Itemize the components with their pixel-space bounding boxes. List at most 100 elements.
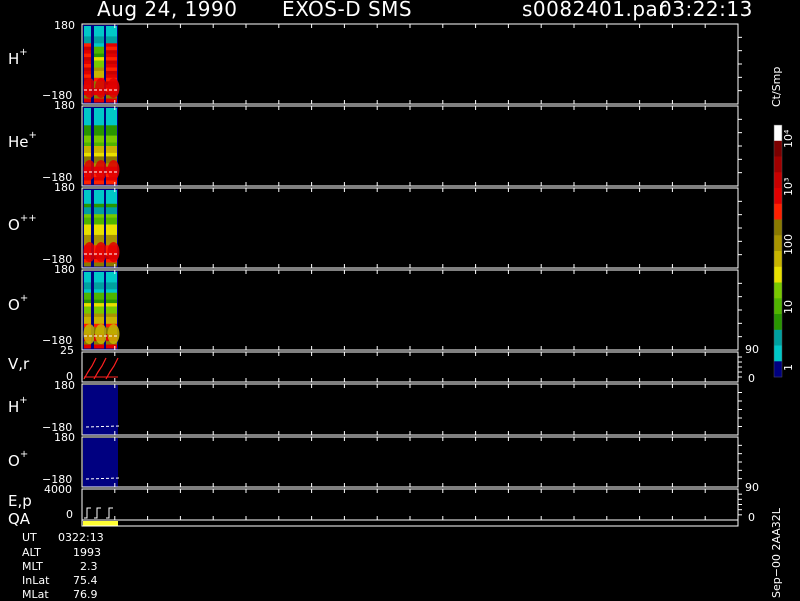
intensity-cell xyxy=(106,128,117,133)
intensity-cell xyxy=(94,310,104,314)
intensity-cell xyxy=(106,114,117,119)
intensity-cell xyxy=(84,64,91,68)
intensity-cell xyxy=(106,278,117,283)
intensity-cell xyxy=(106,344,117,349)
right-tick-top: 90 xyxy=(745,343,759,356)
right-tick-top: 90 xyxy=(745,481,759,494)
intensity-cell xyxy=(106,210,117,215)
colorbar-segment xyxy=(774,266,782,283)
intensity-peak xyxy=(107,160,120,180)
intensity-cell xyxy=(106,156,117,161)
panel-label-qa: QA xyxy=(8,510,31,528)
intensity-peak xyxy=(107,242,120,262)
intensity-cell xyxy=(106,200,117,205)
intensity-cell xyxy=(84,196,91,201)
intensity-cell xyxy=(94,114,104,119)
intensity-cell xyxy=(94,234,104,239)
intensity-cell xyxy=(84,228,91,232)
intensity-cell xyxy=(94,278,104,283)
intensity-cell xyxy=(84,316,91,321)
info-label-mlt: MLT xyxy=(22,560,43,573)
colorbar-segment xyxy=(774,125,782,142)
intensity-cell xyxy=(94,203,104,208)
qa-bar xyxy=(83,521,118,526)
intensity-cell xyxy=(84,142,91,147)
intensity-cell xyxy=(84,46,91,51)
colorbar-segment xyxy=(774,329,782,346)
intensity-cell xyxy=(106,180,117,185)
intensity-cell xyxy=(106,228,117,232)
intensity-cell xyxy=(94,344,104,349)
intensity-cell xyxy=(94,39,104,44)
data-fill xyxy=(83,385,118,435)
intensity-cell xyxy=(106,146,117,150)
y-tick-top: 180 xyxy=(54,379,75,392)
intensity-cell xyxy=(106,196,117,201)
colorbar-segment xyxy=(774,314,782,331)
intensity-cell xyxy=(106,203,117,208)
info-label-alt: ALT xyxy=(22,546,41,559)
intensity-peak xyxy=(107,78,120,98)
intensity-cell xyxy=(94,108,104,112)
colorbar-segment xyxy=(774,219,782,236)
intensity-cell xyxy=(106,316,117,321)
intensity-peak xyxy=(83,242,96,262)
intensity-cell xyxy=(94,180,104,185)
colorbar-label-1: 1 xyxy=(782,364,795,371)
energy-mark xyxy=(106,507,113,519)
info-value-ut: 0322:13 xyxy=(58,531,104,544)
intensity-cell xyxy=(106,64,117,68)
intensity-cell xyxy=(94,70,104,75)
intensity-cell xyxy=(84,132,91,137)
right-tick-bottom: 0 xyxy=(748,511,755,524)
intensity-cell xyxy=(106,46,117,51)
colorbar-segment xyxy=(774,140,782,157)
info-label-inlat: InLat xyxy=(22,574,50,587)
intensity-cell xyxy=(94,132,104,137)
panel-frame xyxy=(81,383,739,436)
intensity-cell xyxy=(84,285,91,290)
intensity-cell xyxy=(94,60,104,65)
intensity-cell xyxy=(106,285,117,290)
colorbar-label-100: 100 xyxy=(782,234,795,255)
velocity-mark xyxy=(93,357,107,380)
colorbar-segment xyxy=(774,172,782,189)
intensity-cell xyxy=(106,121,117,126)
intensity-cell xyxy=(84,217,91,222)
intensity-cell xyxy=(84,121,91,126)
intensity-cell xyxy=(94,285,104,290)
intensity-peak xyxy=(95,324,107,344)
intensity-cell xyxy=(94,272,104,276)
intensity-cell xyxy=(106,132,117,137)
intensity-cell xyxy=(106,234,117,239)
colorbar-segment xyxy=(774,361,782,378)
colorbar-segment xyxy=(774,298,782,315)
colorbar-label-1e3: 10³ xyxy=(782,177,795,196)
intensity-cell xyxy=(84,60,91,65)
intensity-cell xyxy=(106,214,117,219)
panel-label-vr: V,r xyxy=(8,355,30,373)
energy-mark xyxy=(84,507,91,519)
energy-mark xyxy=(94,507,101,519)
y-tick-top: 4000 xyxy=(44,483,72,496)
intensity-cell xyxy=(94,32,104,37)
intensity-cell xyxy=(94,210,104,215)
right-tick-bottom: 0 xyxy=(748,372,755,385)
colorbar-label-10: 10 xyxy=(782,300,795,314)
intensity-cell xyxy=(106,32,117,37)
panel-frame xyxy=(81,488,739,521)
y-tick-top: 180 xyxy=(54,263,75,276)
intensity-cell xyxy=(94,128,104,133)
intensity-peak xyxy=(83,78,96,98)
panel-label-o-plus-plus: O++ xyxy=(8,213,37,234)
intensity-cell xyxy=(106,190,117,194)
intensity-cell xyxy=(94,289,104,294)
info-value-alt: 1993 xyxy=(73,546,101,559)
intensity-cell xyxy=(106,152,117,157)
intensity-cell xyxy=(84,210,91,215)
intensity-cell xyxy=(106,60,117,65)
panel-frame xyxy=(81,269,739,351)
info-value-mlat: 76.9 xyxy=(73,588,98,601)
intensity-cell xyxy=(84,70,91,75)
intensity-peak xyxy=(83,324,96,344)
